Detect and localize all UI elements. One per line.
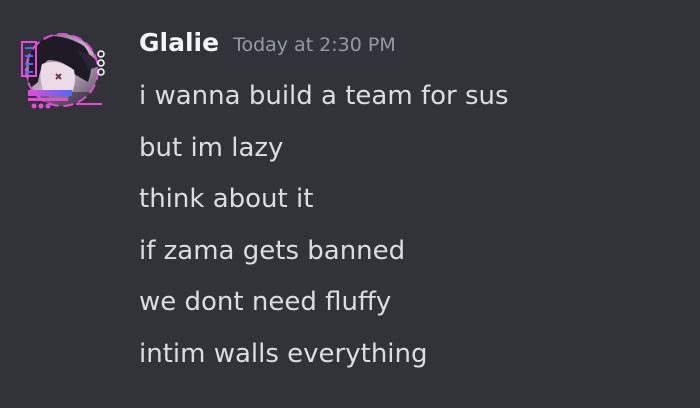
chat-message-view: Glalie Today at 2:30 PM i wanna build a … [0,0,700,408]
message-line: but im lazy [139,133,284,163]
message-header: Glalie Today at 2:30 PM [139,28,396,72]
message-line: we dont need fluffy [139,287,392,317]
message-line: i wanna build a team for sus [139,81,509,111]
anime-character-avatar-icon [21,33,105,109]
message-line: if zama gets banned [139,236,406,266]
message-line: intim walls everything [139,339,428,369]
message-line: think about it [139,184,314,214]
user-avatar[interactable] [18,30,110,114]
username[interactable]: Glalie [139,28,219,57]
timestamp: Today at 2:30 PM [233,34,396,56]
